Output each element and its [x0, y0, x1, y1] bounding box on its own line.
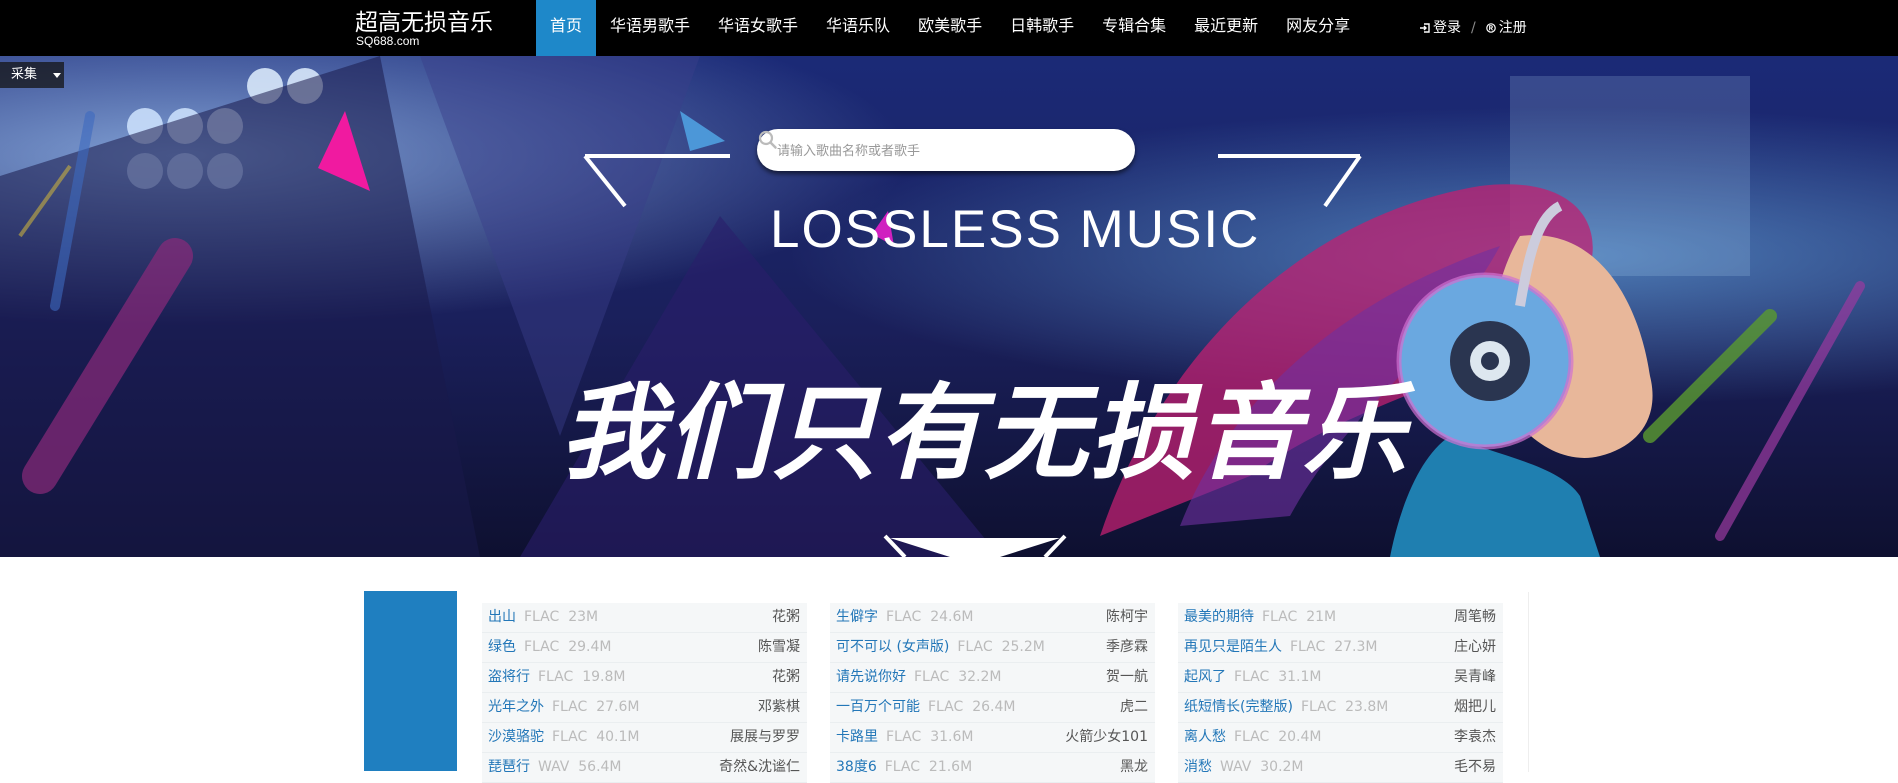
singer-link[interactable]: 烟把儿: [1454, 693, 1496, 722]
singer-link[interactable]: 李袁杰: [1454, 723, 1496, 752]
list-item[interactable]: 可不可以 (女声版) FLAC 25.2M 季彦霖: [830, 633, 1155, 663]
singer-link[interactable]: 黑龙: [1120, 753, 1148, 782]
list-item[interactable]: 卡路里 FLAC 31.6M 火箭少女101: [830, 723, 1155, 753]
singer-link[interactable]: 邓紫棋: [758, 693, 800, 722]
singer-link[interactable]: 展展与罗罗: [730, 723, 800, 752]
sign-in-icon: [1420, 23, 1430, 33]
nav-item-chinese-band[interactable]: 华语乐队: [812, 0, 904, 56]
song-link[interactable]: 一百万个可能 FLAC 26.4M: [836, 693, 1015, 722]
nav-item-chinese-male[interactable]: 华语男歌手: [596, 0, 704, 56]
main-nav: 首页 华语男歌手 华语女歌手 华语乐队 欧美歌手 日韩歌手 专辑合集 最近更新 …: [536, 0, 1364, 56]
singer-link[interactable]: 贺一航: [1106, 663, 1148, 692]
search-box: [757, 129, 1135, 171]
nav-item-home[interactable]: 首页: [536, 0, 597, 56]
nav-item-shared[interactable]: 网友分享: [1272, 0, 1364, 56]
singer-link[interactable]: 季彦霖: [1106, 633, 1148, 662]
list-item[interactable]: 一百万个可能 FLAC 26.4M 虎二: [830, 693, 1155, 723]
song-list-col-1: 出山 FLAC 23M 花粥 绿色 FLAC 29.4M 陈雪凝 盗将行 FLAC 19.…: [482, 603, 807, 783]
singer-link[interactable]: 奇然&沈谧仁: [719, 753, 800, 782]
list-item[interactable]: 纸短情长(完整版) FLAC 23.8M 烟把儿: [1178, 693, 1503, 723]
list-item[interactable]: 绿色 FLAC 29.4M 陈雪凝: [482, 633, 807, 663]
registered-icon: [1485, 23, 1496, 33]
nav-item-recent[interactable]: 最近更新: [1180, 0, 1272, 56]
song-link[interactable]: 请先说你好 FLAC 32.2M: [836, 663, 1001, 692]
list-item[interactable]: 沙漠骆驼 FLAC 40.1M 展展与罗罗: [482, 723, 807, 753]
song-link[interactable]: 出山 FLAC 23M: [488, 603, 598, 632]
song-link[interactable]: 绿色 FLAC 29.4M: [488, 633, 611, 662]
song-link[interactable]: 可不可以 (女声版) FLAC 25.2M: [836, 633, 1045, 662]
auth-separator: /: [1471, 20, 1476, 36]
collect-label: 采集: [11, 67, 38, 82]
search-input[interactable]: [775, 140, 1089, 162]
content-right-border: [1528, 592, 1529, 772]
song-link[interactable]: 生僻字 FLAC 24.6M: [836, 603, 973, 632]
list-item[interactable]: 起风了 FLAC 31.1M 吴青峰: [1178, 663, 1503, 693]
singer-link[interactable]: 周笔畅: [1454, 603, 1496, 632]
list-item[interactable]: 盗将行 FLAC 19.8M 花粥: [482, 663, 807, 693]
song-link[interactable]: 起风了 FLAC 31.1M: [1184, 663, 1321, 692]
singer-link[interactable]: 火箭少女101: [1065, 723, 1148, 752]
singer-link[interactable]: 陈柯宇: [1106, 603, 1148, 632]
song-link[interactable]: 卡路里 FLAC 31.6M: [836, 723, 973, 752]
nav-item-albums[interactable]: 专辑合集: [1088, 0, 1180, 56]
login-link[interactable]: 登录: [1420, 2, 1461, 54]
collect-dropdown[interactable]: 采集: [0, 62, 64, 88]
list-item[interactable]: 最美的期待 FLAC 21M 周笔畅: [1178, 603, 1503, 633]
search-icon[interactable]: [757, 129, 779, 151]
song-link[interactable]: 再见只是陌生人 FLAC 27.3M: [1184, 633, 1377, 662]
song-link[interactable]: 琵琶行 WAV 56.4M: [488, 753, 622, 782]
singer-link[interactable]: 吴青峰: [1454, 663, 1496, 692]
singer-link[interactable]: 虎二: [1120, 693, 1148, 722]
site-domain: SQ688.com: [356, 34, 420, 48]
song-link[interactable]: 最美的期待 FLAC 21M: [1184, 603, 1336, 632]
song-link[interactable]: 离人愁 FLAC 20.4M: [1184, 723, 1321, 752]
singer-link[interactable]: 花粥: [772, 603, 800, 632]
song-link[interactable]: 光年之外 FLAC 27.6M: [488, 693, 639, 722]
song-link[interactable]: 纸短情长(完整版) FLAC 23.8M: [1184, 693, 1388, 722]
category-sidebar: [364, 591, 457, 771]
list-item[interactable]: 光年之外 FLAC 27.6M 邓紫棋: [482, 693, 807, 723]
list-item[interactable]: 离人愁 FLAC 20.4M 李袁杰: [1178, 723, 1503, 753]
song-link[interactable]: 盗将行 FLAC 19.8M: [488, 663, 625, 692]
song-link[interactable]: 消愁 WAV 30.2M: [1184, 753, 1304, 782]
song-list-col-2: 生僻字 FLAC 24.6M 陈柯宇 可不可以 (女声版) FLAC 25.2M 季彦霖…: [830, 603, 1155, 783]
song-link[interactable]: 38度6 FLAC 21.6M: [836, 753, 972, 782]
register-label: 注册: [1498, 20, 1527, 36]
singer-link[interactable]: 毛不易: [1454, 753, 1496, 782]
nav-item-chinese-female[interactable]: 华语女歌手: [704, 0, 812, 56]
register-link[interactable]: 注册: [1485, 2, 1527, 54]
song-link[interactable]: 沙漠骆驼 FLAC 40.1M: [488, 723, 639, 752]
top-navbar: 超高无损音乐 SQ688.com 首页 华语男歌手 华语女歌手 华语乐队 欧美歌…: [0, 0, 1898, 56]
auth-links: 登录 / 注册: [1420, 0, 1527, 56]
list-item[interactable]: 38度6 FLAC 21.6M 黑龙: [830, 753, 1155, 783]
list-item[interactable]: 生僻字 FLAC 24.6M 陈柯宇: [830, 603, 1155, 633]
login-label: 登录: [1433, 20, 1461, 36]
nav-item-western[interactable]: 欧美歌手: [904, 0, 996, 56]
song-list-col-3: 最美的期待 FLAC 21M 周笔畅 再见只是陌生人 FLAC 27.3M 庄心妍 起风…: [1178, 603, 1503, 783]
list-item[interactable]: 出山 FLAC 23M 花粥: [482, 603, 807, 633]
banner-headline-cn: 我们只有无损音乐: [560, 372, 1409, 494]
singer-link[interactable]: 庄心妍: [1454, 633, 1496, 662]
list-item[interactable]: 请先说你好 FLAC 32.2M 贺一航: [830, 663, 1155, 693]
singer-link[interactable]: 花粥: [772, 663, 800, 692]
caret-down-icon: [53, 73, 61, 78]
singer-link[interactable]: 陈雪凝: [758, 633, 800, 662]
list-item[interactable]: 消愁 WAV 30.2M 毛不易: [1178, 753, 1503, 783]
list-item[interactable]: 再见只是陌生人 FLAC 27.3M 庄心妍: [1178, 633, 1503, 663]
list-item[interactable]: 琵琶行 WAV 56.4M 奇然&沈谧仁: [482, 753, 807, 783]
site-logo[interactable]: 超高无损音乐 SQ688.com: [355, 2, 505, 54]
site-title[interactable]: 超高无损音乐: [355, 3, 493, 37]
nav-item-jpkr[interactable]: 日韩歌手: [996, 0, 1088, 56]
hero-banner: LOSSLESS MUSIC 我们只有无损音乐: [0, 56, 1898, 557]
banner-headline-en: LOSSLESS MUSIC: [770, 200, 1261, 259]
